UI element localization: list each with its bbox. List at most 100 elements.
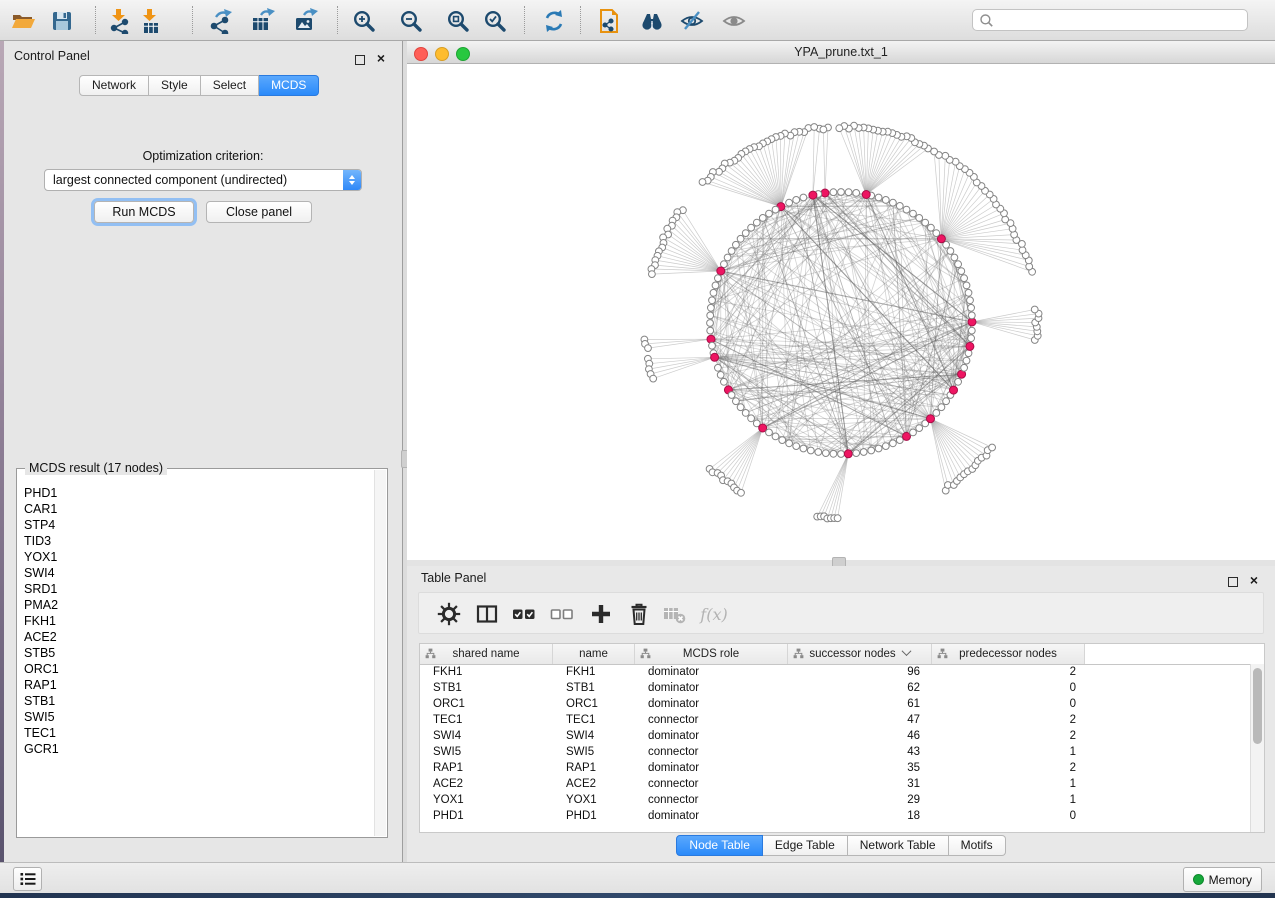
network-node[interactable] <box>715 275 722 282</box>
network-node[interactable] <box>882 197 889 204</box>
tab-node-table[interactable]: Node Table <box>676 835 763 856</box>
add-column-button[interactable] <box>586 599 616 629</box>
network-node[interactable] <box>721 378 728 385</box>
network-node[interactable] <box>943 398 950 405</box>
network-node[interactable] <box>715 364 722 371</box>
network-node[interactable] <box>968 327 975 334</box>
mcds-result-item[interactable]: YOX1 <box>24 549 374 565</box>
show-all-button[interactable] <box>720 7 747 34</box>
network-node[interactable] <box>712 282 719 289</box>
tab-network-table[interactable]: Network Table <box>848 835 949 856</box>
select-all-button[interactable] <box>509 599 539 629</box>
import-network-button[interactable] <box>105 7 132 34</box>
find-button[interactable] <box>638 7 665 34</box>
network-node[interactable] <box>838 189 845 196</box>
network-node[interactable] <box>815 449 822 456</box>
network-node[interactable] <box>922 219 929 226</box>
network-node[interactable] <box>708 304 715 311</box>
network-node[interactable] <box>753 219 760 226</box>
satellite-node[interactable] <box>836 125 843 132</box>
table-row[interactable]: SWI5SWI5connector431 <box>420 744 1250 760</box>
search-field[interactable] <box>972 9 1248 31</box>
table-row[interactable]: ORC1ORC1dominator610 <box>420 696 1250 712</box>
mcds-result-item[interactable]: FKH1 <box>24 613 374 629</box>
network-node[interactable] <box>860 449 867 456</box>
network-node[interactable] <box>910 210 917 217</box>
tab-style[interactable]: Style <box>149 75 201 96</box>
network-node[interactable] <box>707 327 714 334</box>
export-table-button[interactable] <box>248 7 275 34</box>
mcds-hub-node[interactable] <box>821 189 829 197</box>
network-node[interactable] <box>967 297 974 304</box>
network-node[interactable] <box>875 194 882 201</box>
run-mcds-button[interactable]: Run MCDS <box>94 201 194 223</box>
network-node[interactable] <box>958 268 965 275</box>
column-header-name[interactable]: name <box>553 644 635 664</box>
network-node[interactable] <box>707 320 714 327</box>
tab-select[interactable]: Select <box>201 75 259 96</box>
network-node[interactable] <box>845 189 852 196</box>
mcds-hub-node[interactable] <box>809 191 817 199</box>
network-node[interactable] <box>707 312 714 319</box>
network-node[interactable] <box>961 275 968 282</box>
import-table-button[interactable] <box>136 7 163 34</box>
mcds-result-item[interactable]: PMA2 <box>24 597 374 613</box>
network-node[interactable] <box>807 447 814 454</box>
network-node[interactable] <box>742 410 749 417</box>
tab-motifs[interactable]: Motifs <box>949 835 1006 856</box>
satellite-node[interactable] <box>931 148 938 155</box>
network-node[interactable] <box>890 440 897 447</box>
close-table-panel-button[interactable]: × <box>1250 572 1258 590</box>
network-node[interactable] <box>890 199 897 206</box>
network-node[interactable] <box>896 437 903 444</box>
network-node[interactable] <box>748 415 755 422</box>
network-canvas[interactable] <box>407 64 1275 560</box>
tab-mcds[interactable]: MCDS <box>259 75 319 96</box>
satellite-node[interactable] <box>650 375 657 382</box>
satellite-node[interactable] <box>1031 306 1038 313</box>
mcds-result-item[interactable]: TEC1 <box>24 725 374 741</box>
export-network-button[interactable] <box>207 7 234 34</box>
network-node[interactable] <box>951 254 958 261</box>
network-node[interactable] <box>938 404 945 411</box>
network-node[interactable] <box>961 364 968 371</box>
mcds-hub-node[interactable] <box>844 450 852 458</box>
column-header-predecessor-nodes[interactable]: predecessor nodes <box>932 644 1085 664</box>
network-node[interactable] <box>928 224 935 231</box>
satellite-node[interactable] <box>645 345 652 352</box>
open-session-button[interactable] <box>9 7 36 34</box>
network-node[interactable] <box>742 230 749 237</box>
export-image-button[interactable] <box>291 7 318 34</box>
memory-button[interactable]: Memory <box>1183 867 1262 892</box>
network-node[interactable] <box>766 429 773 436</box>
network-node[interactable] <box>838 451 845 458</box>
network-node[interactable] <box>968 304 975 311</box>
zoom-fit-button[interactable] <box>444 7 471 34</box>
column-header-MCDS-role[interactable]: MCDS role <box>635 644 788 664</box>
network-node[interactable] <box>779 437 786 444</box>
network-node[interactable] <box>822 450 829 457</box>
table-row[interactable]: RAP1RAP1dominator352 <box>420 760 1250 776</box>
network-node[interactable] <box>737 404 744 411</box>
mcds-result-item[interactable]: SRD1 <box>24 581 374 597</box>
network-node[interactable] <box>709 297 716 304</box>
network-node[interactable] <box>717 372 724 379</box>
mcds-result-item[interactable]: STB1 <box>24 693 374 709</box>
optimization-criterion-dropdown[interactable]: largest connected component (undirected) <box>44 169 362 191</box>
mcds-hub-node[interactable] <box>862 191 870 199</box>
mcds-result-item[interactable]: PHD1 <box>24 485 374 501</box>
network-node[interactable] <box>965 289 972 296</box>
network-node[interactable] <box>933 410 940 417</box>
network-node[interactable] <box>955 261 962 268</box>
satellite-node[interactable] <box>699 179 706 186</box>
deselect-all-button[interactable] <box>547 599 577 629</box>
network-node[interactable] <box>766 210 773 217</box>
network-node[interactable] <box>800 194 807 201</box>
network-node[interactable] <box>963 357 970 364</box>
table-settings-button[interactable] <box>434 599 464 629</box>
network-node[interactable] <box>963 282 970 289</box>
network-node[interactable] <box>733 241 740 248</box>
mcds-hub-node[interactable] <box>966 342 974 350</box>
network-node[interactable] <box>896 203 903 210</box>
network-node[interactable] <box>830 450 837 457</box>
